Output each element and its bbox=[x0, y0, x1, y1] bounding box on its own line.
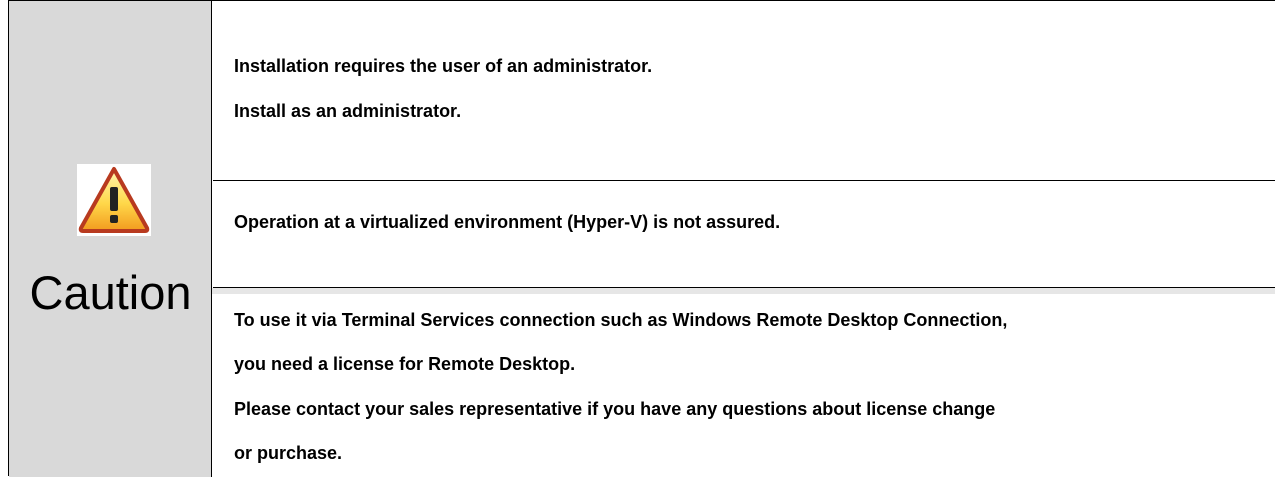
caution-text-line: Install as an administrator. bbox=[234, 101, 462, 121]
caution-text-line: or purchase. bbox=[234, 443, 343, 463]
caution-row-remote-desktop: To use it via Terminal Services connecti… bbox=[212, 288, 1275, 477]
caution-text-line: Please contact your sales representative… bbox=[234, 399, 996, 419]
caution-label: Caution bbox=[29, 266, 192, 319]
caution-text-line: you need a license for Remote Desktop. bbox=[234, 354, 576, 374]
caution-text-line: Installation requires the user of an adm… bbox=[234, 56, 653, 76]
caution-table: Caution Installation requires the user o… bbox=[8, 0, 1275, 477]
caution-row-virtualization: Operation at a virtualized environment (… bbox=[213, 181, 1275, 288]
caution-text-line: To use it via Terminal Services connecti… bbox=[234, 310, 1008, 330]
caution-header-cell: Caution bbox=[9, 1, 212, 477]
caution-row-admin: Installation requires the user of an adm… bbox=[213, 1, 1275, 181]
warning-triangle-icon bbox=[77, 164, 151, 236]
caution-text-line: Operation at a virtualized environment (… bbox=[234, 212, 781, 232]
